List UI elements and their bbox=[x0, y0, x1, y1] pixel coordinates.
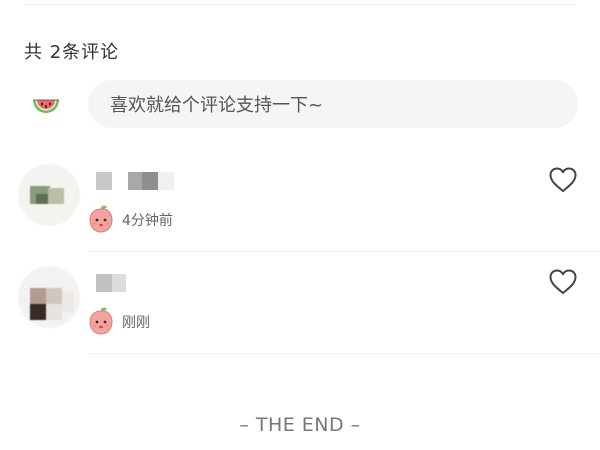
heart-outline-icon[interactable] bbox=[548, 166, 578, 194]
comment-input-placeholder: 喜欢就给个评论支持一下~ bbox=[110, 95, 324, 116]
peach-badge-icon bbox=[89, 205, 113, 233]
divider bbox=[88, 251, 600, 252]
avatar[interactable] bbox=[18, 266, 80, 328]
watermelon-icon bbox=[33, 99, 59, 113]
divider bbox=[88, 353, 600, 354]
comment-item: 4分钟前 bbox=[0, 160, 600, 252]
peach-badge-icon bbox=[89, 307, 113, 335]
heart-outline-icon[interactable] bbox=[548, 268, 578, 296]
comment-time: 4分钟前 bbox=[122, 213, 173, 229]
comment-item: 刚刚 bbox=[0, 262, 600, 354]
comments-panel: 共 2条评论 喜欢就给个评论支持一下~ 4分钟前 刚刚 – THE END – bbox=[0, 0, 600, 450]
comment-count-title: 共 2条评论 bbox=[24, 42, 120, 63]
avatar[interactable] bbox=[18, 164, 80, 226]
the-end-label: – THE END – bbox=[239, 414, 361, 436]
comment-input[interactable]: 喜欢就给个评论支持一下~ bbox=[88, 80, 578, 128]
comment-time: 刚刚 bbox=[122, 315, 150, 331]
top-divider bbox=[24, 4, 576, 5]
